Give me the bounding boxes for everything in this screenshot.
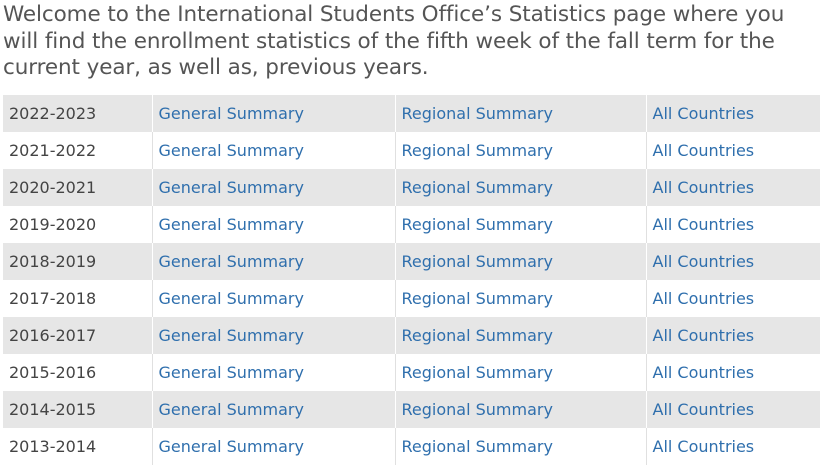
general-summary-cell: General Summary xyxy=(151,354,395,391)
general-summary-link[interactable]: General Summary xyxy=(159,400,304,419)
all-countries-link[interactable]: All Countries xyxy=(653,215,755,234)
all-countries-link[interactable]: All Countries xyxy=(653,326,755,345)
all-countries-link[interactable]: All Countries xyxy=(653,400,755,419)
regional-summary-link[interactable]: Regional Summary xyxy=(402,104,553,123)
table-row: 2015-2016 General Summary Regional Summary… xyxy=(3,354,820,391)
all-countries-cell: All Countries xyxy=(645,317,820,354)
general-summary-cell: General Summary xyxy=(151,243,395,280)
all-countries-cell: All Countries xyxy=(645,280,820,317)
statistics-table: 2022-2023 General Summary Regional Summary… xyxy=(3,95,820,465)
regional-summary-link[interactable]: Regional Summary xyxy=(402,437,553,456)
all-countries-link[interactable]: All Countries xyxy=(653,437,755,456)
regional-summary-link[interactable]: Regional Summary xyxy=(402,215,553,234)
year-cell: 2018-2019 xyxy=(3,243,152,280)
general-summary-cell: General Summary xyxy=(151,317,395,354)
regional-summary-cell: Regional Summary xyxy=(394,243,646,280)
all-countries-link[interactable]: All Countries xyxy=(653,178,755,197)
regional-summary-link[interactable]: Regional Summary xyxy=(402,252,553,271)
regional-summary-cell: Regional Summary xyxy=(394,280,646,317)
general-summary-link[interactable]: General Summary xyxy=(159,141,304,160)
regional-summary-cell: Regional Summary xyxy=(394,169,646,206)
all-countries-cell: All Countries xyxy=(645,206,820,243)
table-row: 2017-2018 General Summary Regional Summary… xyxy=(3,280,820,317)
general-summary-cell: General Summary xyxy=(151,132,395,169)
year-cell: 2016-2017 xyxy=(3,317,152,354)
all-countries-cell: All Countries xyxy=(645,243,820,280)
regional-summary-link[interactable]: Regional Summary xyxy=(402,363,553,382)
general-summary-cell: General Summary xyxy=(151,428,395,465)
regional-summary-link[interactable]: Regional Summary xyxy=(402,178,553,197)
year-cell: 2022-2023 xyxy=(3,95,152,132)
year-cell: 2015-2016 xyxy=(3,354,152,391)
table-row: 2019-2020 General Summary Regional Summary… xyxy=(3,206,820,243)
intro-text: Welcome to the International Students Of… xyxy=(3,2,785,80)
year-cell: 2019-2020 xyxy=(3,206,152,243)
all-countries-cell: All Countries xyxy=(645,169,820,206)
general-summary-link[interactable]: General Summary xyxy=(159,437,304,456)
regional-summary-link[interactable]: Regional Summary xyxy=(402,400,553,419)
all-countries-link[interactable]: All Countries xyxy=(653,289,755,308)
general-summary-link[interactable]: General Summary xyxy=(159,363,304,382)
all-countries-cell: All Countries xyxy=(645,428,820,465)
year-cell: 2014-2015 xyxy=(3,391,152,428)
regional-summary-link[interactable]: Regional Summary xyxy=(402,326,553,345)
table-row: 2014-2015 General Summary Regional Summary… xyxy=(3,391,820,428)
regional-summary-cell: Regional Summary xyxy=(394,354,646,391)
general-summary-cell: General Summary xyxy=(151,95,395,132)
regional-summary-cell: Regional Summary xyxy=(394,132,646,169)
general-summary-cell: General Summary xyxy=(151,280,395,317)
general-summary-link[interactable]: General Summary xyxy=(159,252,304,271)
table-row: 2013-2014 General Summary Regional Summary… xyxy=(3,428,820,465)
general-summary-link[interactable]: General Summary xyxy=(159,289,304,308)
table-row: 2018-2019 General Summary Regional Summary… xyxy=(3,243,820,280)
all-countries-cell: All Countries xyxy=(645,95,820,132)
year-cell: 2020-2021 xyxy=(3,169,152,206)
regional-summary-cell: Regional Summary xyxy=(394,391,646,428)
regional-summary-cell: Regional Summary xyxy=(394,95,646,132)
regional-summary-cell: Regional Summary xyxy=(394,317,646,354)
general-summary-link[interactable]: General Summary xyxy=(159,215,304,234)
all-countries-link[interactable]: All Countries xyxy=(653,363,755,382)
table-row: 2020-2021 General Summary Regional Summary… xyxy=(3,169,820,206)
year-cell: 2021-2022 xyxy=(3,132,152,169)
general-summary-link[interactable]: General Summary xyxy=(159,178,304,197)
all-countries-cell: All Countries xyxy=(645,132,820,169)
statistics-table-body: 2022-2023 General Summary Regional Summary… xyxy=(3,95,820,465)
table-row: 2021-2022 General Summary Regional Summary… xyxy=(3,132,820,169)
general-summary-link[interactable]: General Summary xyxy=(159,326,304,345)
year-cell: 2017-2018 xyxy=(3,280,152,317)
general-summary-cell: General Summary xyxy=(151,206,395,243)
table-row: 2016-2017 General Summary Regional Summary… xyxy=(3,317,820,354)
all-countries-link[interactable]: All Countries xyxy=(653,104,755,123)
regional-summary-cell: Regional Summary xyxy=(394,206,646,243)
general-summary-cell: General Summary xyxy=(151,169,395,206)
all-countries-cell: All Countries xyxy=(645,391,820,428)
all-countries-link[interactable]: All Countries xyxy=(653,141,755,160)
year-cell: 2013-2014 xyxy=(3,428,152,465)
regional-summary-cell: Regional Summary xyxy=(394,428,646,465)
all-countries-link[interactable]: All Countries xyxy=(653,252,755,271)
general-summary-link[interactable]: General Summary xyxy=(159,104,304,123)
all-countries-cell: All Countries xyxy=(645,354,820,391)
regional-summary-link[interactable]: Regional Summary xyxy=(402,141,553,160)
table-row: 2022-2023 General Summary Regional Summary… xyxy=(3,95,820,132)
regional-summary-link[interactable]: Regional Summary xyxy=(402,289,553,308)
general-summary-cell: General Summary xyxy=(151,391,395,428)
